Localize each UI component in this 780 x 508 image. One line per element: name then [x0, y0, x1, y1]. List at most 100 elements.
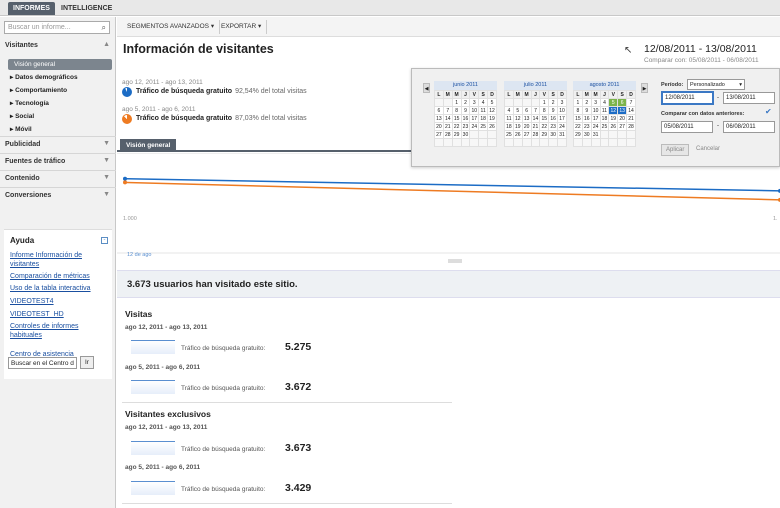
help-link[interactable]: VIDEOTEST4 — [10, 297, 106, 306]
calendar-day[interactable]: 15 — [573, 114, 583, 123]
calendar-day[interactable]: 26 — [608, 122, 619, 131]
calendar-day[interactable]: 9 — [548, 106, 559, 115]
calendar-day[interactable]: 10 — [557, 106, 567, 115]
help-go-button[interactable]: Ir — [80, 356, 94, 369]
calendar-day[interactable]: 3 — [557, 98, 567, 107]
calendar-day[interactable]: 24 — [469, 122, 480, 131]
calendar-day[interactable]: 25 — [478, 122, 489, 131]
calendar-day[interactable]: 28 — [530, 130, 541, 139]
calendar-day[interactable]: 19 — [487, 114, 497, 123]
calendar-day[interactable]: 19 — [608, 114, 619, 123]
calendar-day[interactable]: 17 — [469, 114, 480, 123]
calendar-day[interactable]: 22 — [539, 122, 550, 131]
sidebar-item-demograficos[interactable]: ▸ Datos demográficos — [10, 73, 78, 81]
calendar-day[interactable]: 27 — [434, 130, 444, 139]
calendar-day[interactable]: 16 — [581, 114, 592, 123]
calendar-day[interactable]: 7 — [626, 98, 636, 107]
sidebar-item-movil[interactable]: ▸ Móvil — [10, 125, 32, 133]
calendar-day[interactable]: 3 — [469, 98, 480, 107]
calendar-day[interactable]: 25 — [504, 130, 514, 139]
sidebar-item-comportamiento[interactable]: ▸ Comportamiento — [10, 86, 67, 94]
help-link[interactable]: VIDEOTEST_HD — [10, 310, 106, 319]
calendar-day[interactable]: 14 — [530, 114, 541, 123]
calendar-day[interactable]: 13 — [434, 114, 444, 123]
calendar-day[interactable]: 1 — [573, 98, 583, 107]
date-range-selector[interactable]: 12/08/2011 - 13/08/2011 Comparar con: 05… — [644, 43, 778, 69]
calendar-day[interactable]: 13 — [617, 106, 628, 115]
data-point[interactable] — [123, 176, 127, 181]
compare-start-input[interactable]: 05/08/2011 — [661, 121, 713, 133]
calendar-day[interactable]: 28 — [442, 130, 453, 139]
calendar-day[interactable]: 6 — [617, 98, 628, 107]
calendar-day[interactable]: 1 — [539, 98, 550, 107]
period-select[interactable]: Personalizado ▾ — [687, 79, 745, 90]
calendar-day[interactable]: 2 — [581, 98, 592, 107]
calendar-day[interactable]: 29 — [539, 130, 550, 139]
calendar-day[interactable]: 24 — [590, 122, 601, 131]
calendar-day[interactable]: 16 — [548, 114, 559, 123]
calendar-day[interactable]: 6 — [521, 106, 532, 115]
calendar-day[interactable]: 1 — [451, 98, 462, 107]
calendar-day[interactable]: 23 — [548, 122, 559, 131]
calendar-day[interactable]: 11 — [478, 106, 489, 115]
calendar-day[interactable]: 5 — [512, 106, 523, 115]
calendar-day[interactable]: 18 — [504, 122, 514, 131]
calendar-day[interactable]: 25 — [599, 122, 610, 131]
calendar-day[interactable]: 18 — [599, 114, 610, 123]
calendar-day[interactable]: 13 — [521, 114, 532, 123]
compare-checkbox[interactable]: ✔ — [765, 107, 772, 116]
sidebar-item-tecnologia[interactable]: ▸ Tecnología — [10, 99, 49, 107]
calendar-day[interactable]: 17 — [557, 114, 567, 123]
calendar-day[interactable]: 7 — [530, 106, 541, 115]
sidebar-section-visitantes[interactable]: Visitantes ▲ — [0, 38, 116, 55]
calendar-day[interactable]: 20 — [434, 122, 444, 131]
collapse-icon[interactable]: - — [101, 237, 108, 244]
calendar-day[interactable]: 8 — [573, 106, 583, 115]
help-link[interactable]: Comparación de métricas — [10, 272, 106, 281]
calendar-day[interactable]: 27 — [617, 122, 628, 131]
calendar-day[interactable]: 8 — [539, 106, 550, 115]
calendar-day[interactable]: 23 — [460, 122, 471, 131]
calendar-day[interactable]: 16 — [460, 114, 471, 123]
help-link[interactable]: Controles de informes habituales — [10, 322, 106, 340]
calendar-day[interactable]: 20 — [617, 114, 628, 123]
calendar-day[interactable]: 6 — [434, 106, 444, 115]
help-search-input[interactable]: Buscar en el Centro d — [8, 357, 77, 369]
calendar-day[interactable]: 5 — [487, 98, 497, 107]
calendar-day[interactable]: 3 — [590, 98, 601, 107]
export-button[interactable]: EXPORTAR ▾ — [216, 20, 268, 34]
calendar-day[interactable]: 22 — [451, 122, 462, 131]
start-date-input[interactable]: 12/08/2011 — [661, 91, 714, 105]
search-icon[interactable]: ⌕ — [102, 23, 106, 33]
calendar-day[interactable]: 24 — [557, 122, 567, 131]
calendar-day[interactable]: 29 — [451, 130, 462, 139]
calendar-day[interactable]: 30 — [548, 130, 559, 139]
calendar-day[interactable]: 31 — [557, 130, 567, 139]
calendar-day[interactable]: 14 — [442, 114, 453, 123]
segments-button[interactable]: SEGMENTOS AVANZADOS ▾ — [122, 20, 221, 34]
tab-intelligence[interactable]: INTELLIGENCE — [56, 2, 117, 15]
calendar-day[interactable]: 26 — [487, 122, 497, 131]
calendar-day[interactable]: 11 — [504, 114, 514, 123]
calendar-day[interactable]: 21 — [530, 122, 541, 131]
chart-resize-handle[interactable] — [448, 259, 462, 263]
calendar-day[interactable]: 5 — [608, 98, 619, 107]
help-link[interactable]: Uso de la tabla interactiva — [10, 284, 106, 293]
calendar-day[interactable]: 12 — [608, 106, 619, 115]
tab-informes[interactable]: INFORMES — [8, 2, 55, 15]
calendar-day[interactable]: 4 — [599, 98, 610, 107]
calendar-day[interactable]: 23 — [581, 122, 592, 131]
calendar-day[interactable]: 30 — [460, 130, 471, 139]
sidebar-section-publicidad[interactable]: Publicidad ▼ — [0, 136, 116, 153]
report-search-input[interactable]: Buscar un informe... ⌕ — [4, 21, 110, 34]
end-date-input[interactable]: 13/08/2011 — [723, 92, 775, 104]
sidebar-item-social[interactable]: ▸ Social — [10, 112, 34, 120]
calendar-day[interactable]: 17 — [590, 114, 601, 123]
calendar-day[interactable]: 10 — [469, 106, 480, 115]
calendar-day[interactable]: 28 — [626, 122, 636, 131]
sidebar-section-contenido[interactable]: Contenido ▼ — [0, 170, 116, 187]
calendar-day[interactable]: 7 — [442, 106, 453, 115]
calendar-day[interactable]: 12 — [512, 114, 523, 123]
compare-end-input[interactable]: 06/08/2011 — [723, 121, 775, 133]
calendar-day[interactable]: 20 — [521, 122, 532, 131]
